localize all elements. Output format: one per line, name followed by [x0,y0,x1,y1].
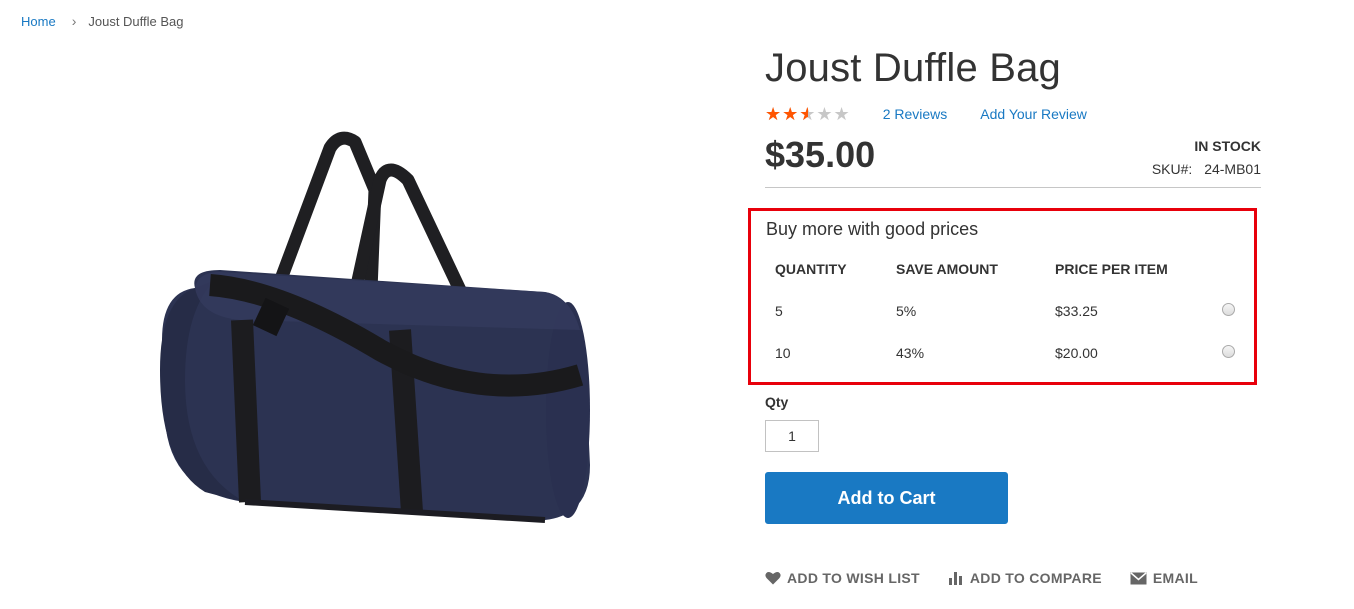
product-info: Joust Duffle Bag ★★★★★ ★★★★★ 2 Reviews A… [765,42,1261,188]
tier-price-row: 5 5% $33.25 [775,303,1235,323]
header-price-per-item: PRICE PER ITEM [1055,261,1168,277]
product-social-links: ADD TO WISH LIST ADD TO COMPARE EMAIL [765,570,1226,586]
tier-price-row: 10 43% $20.00 [775,345,1235,365]
tier-price-box: Buy more with good prices QUANTITY SAVE … [748,208,1257,385]
sku-label: SKU#: [1151,161,1193,177]
sku-value: 24-MB01 [1204,161,1261,177]
add-to-wishlist-link[interactable]: ADD TO WISH LIST [765,570,920,586]
add-to-compare-link[interactable]: ADD TO COMPARE [948,570,1102,586]
tier-radio[interactable] [1222,303,1235,316]
tier-price: $20.00 [1055,345,1098,361]
compare-label: ADD TO COMPARE [969,570,1102,586]
add-review-link[interactable]: Add Your Review [980,106,1087,122]
add-to-cart-button[interactable]: Add to Cart [765,472,1008,524]
qty-label: Qty [765,394,789,410]
tier-price: $33.25 [1055,303,1098,319]
qty-input[interactable] [765,420,819,452]
reviews-link[interactable]: 2 Reviews [883,106,948,122]
breadcrumb-current: Joust Duffle Bag [88,13,184,29]
price-box: $35.00 IN STOCK SKU#: 24-MB01 [765,134,1261,188]
page-title: Joust Duffle Bag [765,46,1061,90]
tier-radio[interactable] [1222,345,1235,358]
bar-chart-icon [948,572,962,585]
product-sku: SKU#: 24-MB01 [1152,161,1261,177]
email-label: EMAIL [1152,570,1198,586]
envelope-icon [1130,571,1147,584]
product-image[interactable] [150,120,610,540]
header-quantity: QUANTITY [775,261,847,277]
heart-icon [765,572,781,585]
email-friend-link[interactable]: EMAIL [1130,570,1198,586]
tier-save: 43% [896,345,925,361]
wishlist-label: ADD TO WISH LIST [787,570,920,586]
rating-stars-filled-icon: ★★★★★ [765,105,808,123]
tier-quantity: 10 [775,345,791,361]
stock-status: IN STOCK [1194,138,1261,154]
tier-price-header: QUANTITY SAVE AMOUNT PRICE PER ITEM [775,261,1235,281]
breadcrumb-separator: › [71,13,77,29]
tier-save: 5% [896,303,917,319]
rating-summary: ★★★★★ ★★★★★ 2 Reviews Add Your Review [765,104,1261,124]
tier-price-title: Buy more with good prices [766,219,979,239]
rating-stars: ★★★★★ ★★★★★ [765,105,851,123]
breadcrumb-home-link[interactable]: Home [21,14,56,29]
duffle-bag-photo-icon [160,131,590,523]
tier-quantity: 5 [775,303,783,319]
header-save-amount: SAVE AMOUNT [896,261,998,277]
breadcrumb: Home › Joust Duffle Bag [21,13,184,29]
